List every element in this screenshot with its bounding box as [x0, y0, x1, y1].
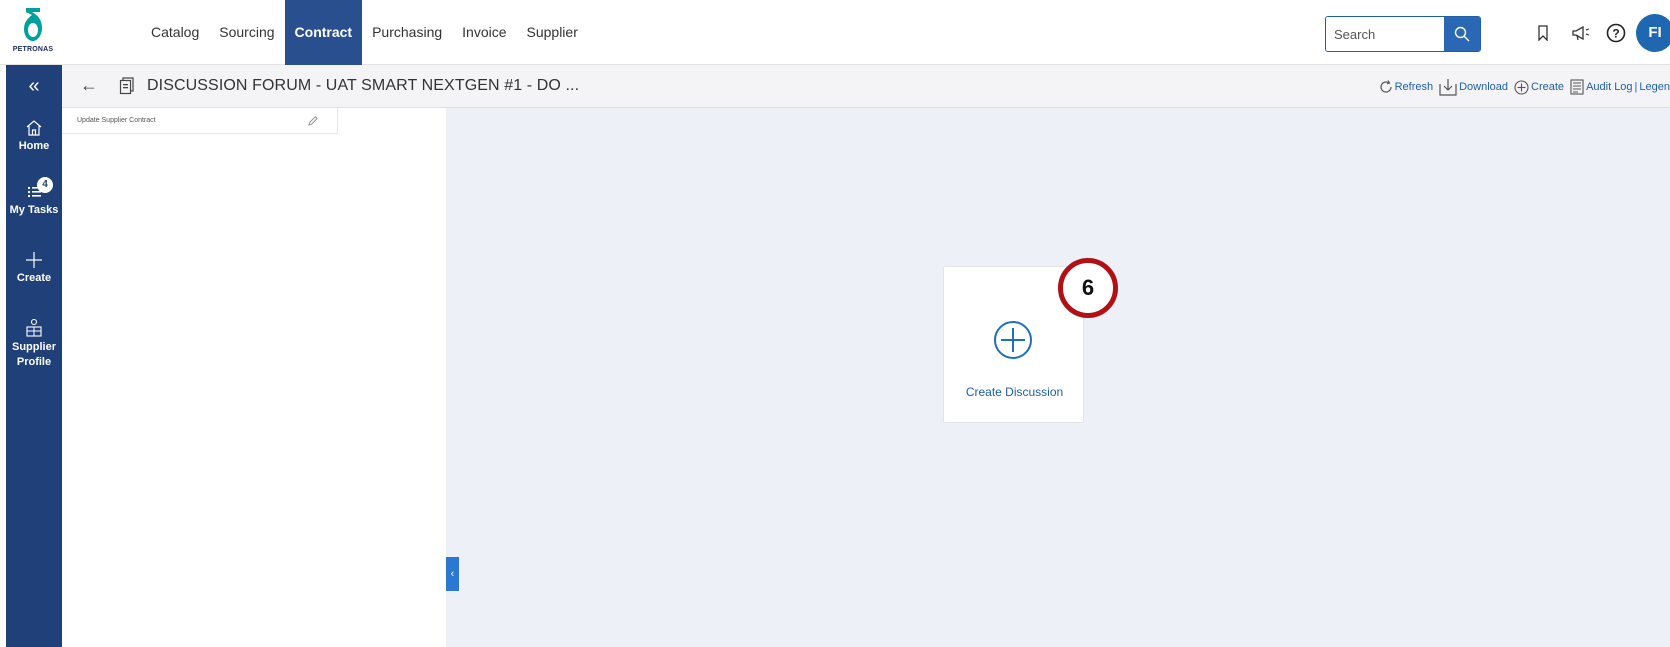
sidebar-item-my-tasks[interactable]: 4 My Tasks: [6, 177, 62, 218]
search-input[interactable]: [1326, 17, 1444, 51]
supplier-profile-icon: [26, 318, 42, 337]
nav-contract[interactable]: Contract: [284, 0, 363, 65]
page-header-bar: ← DISCUSSION FORUM - UAT SMART NEXTGEN #…: [62, 65, 1670, 108]
search-button[interactable]: [1444, 17, 1480, 51]
back-button[interactable]: ←: [80, 75, 98, 96]
left-sidebar: « Home 4 My Tasks Create Supplier Profil…: [6, 65, 62, 647]
download-button[interactable]: Download: [1439, 78, 1508, 96]
sidebar-item-home[interactable]: Home: [6, 119, 62, 154]
svg-text:?: ?: [1612, 27, 1619, 41]
page-title: DISCUSSION FORUM - UAT SMART NEXTGEN #1 …: [147, 77, 580, 94]
sidebar-collapse-button[interactable]: «: [6, 75, 62, 98]
announcement-icon: [1572, 25, 1590, 41]
nav-catalog[interactable]: Catalog: [141, 0, 209, 65]
search-box: [1325, 16, 1481, 52]
nav-supplier[interactable]: Supplier: [517, 0, 588, 65]
download-icon: [1439, 79, 1457, 96]
contract-list-panel: Update Supplier Contract: [62, 108, 446, 647]
discussion-canvas: ‹ Create Discussion 6: [446, 108, 1670, 647]
sidebar-item-create[interactable]: Create: [6, 251, 62, 286]
edit-pencil-icon[interactable]: [308, 116, 318, 126]
download-label: Download: [1459, 81, 1509, 93]
step-number-marker: 6: [1058, 258, 1118, 318]
add-circle-icon: [994, 321, 1032, 359]
help-icon: ?: [1606, 23, 1626, 43]
audit-log-icon: [1570, 79, 1584, 95]
bookmark-button[interactable]: [1530, 20, 1556, 46]
petronas-logo-icon: [24, 8, 42, 41]
bookmark-icon: [1538, 25, 1548, 41]
user-avatar[interactable]: FI: [1636, 14, 1670, 52]
header-actions: Refresh Download Create Audit Log | Lege…: [1373, 78, 1670, 96]
create-label: Create: [1531, 81, 1565, 93]
announcement-button[interactable]: [1569, 20, 1595, 46]
petronas-logo[interactable]: PETRONAS: [6, 6, 60, 60]
refresh-button[interactable]: Refresh: [1379, 80, 1434, 94]
sidebar-item-supplier-profile[interactable]: Supplier Profile: [6, 318, 62, 370]
create-plus-circle-icon: [1514, 79, 1529, 95]
search-icon: [1454, 26, 1470, 42]
main-nav: Catalog Sourcing Contract Purchasing Inv…: [141, 0, 588, 65]
contract-list-item[interactable]: Update Supplier Contract: [62, 108, 338, 134]
document-icon: [119, 77, 134, 95]
sidebar-label-home: Home: [18, 140, 50, 152]
tasks-count-badge: 4: [37, 177, 53, 193]
actions-separator: |: [1634, 81, 1638, 93]
plus-icon: [26, 252, 42, 268]
audit-log-button[interactable]: Audit Log: [1570, 79, 1633, 95]
home-icon: [26, 120, 42, 136]
refresh-icon: [1379, 80, 1392, 93]
help-button[interactable]: ?: [1603, 20, 1629, 46]
refresh-label: Refresh: [1394, 81, 1434, 93]
create-discussion-label: Create Discussion: [965, 385, 1064, 399]
nav-sourcing[interactable]: Sourcing: [209, 0, 284, 65]
top-navigation-bar: PETRONAS Catalog Sourcing Contract Purch…: [0, 0, 1670, 65]
legend-button[interactable]: Legen: [1639, 81, 1670, 93]
audit-log-label: Audit Log: [1586, 81, 1633, 93]
sidebar-label-supplier: Supplier: [11, 341, 56, 353]
sidebar-label-my-tasks: My Tasks: [9, 204, 59, 216]
nav-purchasing[interactable]: Purchasing: [362, 0, 452, 65]
logo-text: PETRONAS: [12, 46, 54, 53]
nav-invoice[interactable]: Invoice: [452, 0, 516, 65]
panel-collapse-tab[interactable]: ‹: [446, 557, 459, 591]
sidebar-label-create: Create: [16, 272, 52, 284]
sidebar-label-profile: Profile: [16, 356, 52, 368]
create-button[interactable]: Create: [1514, 79, 1565, 95]
contract-item-label: Update Supplier Contract: [77, 117, 156, 124]
